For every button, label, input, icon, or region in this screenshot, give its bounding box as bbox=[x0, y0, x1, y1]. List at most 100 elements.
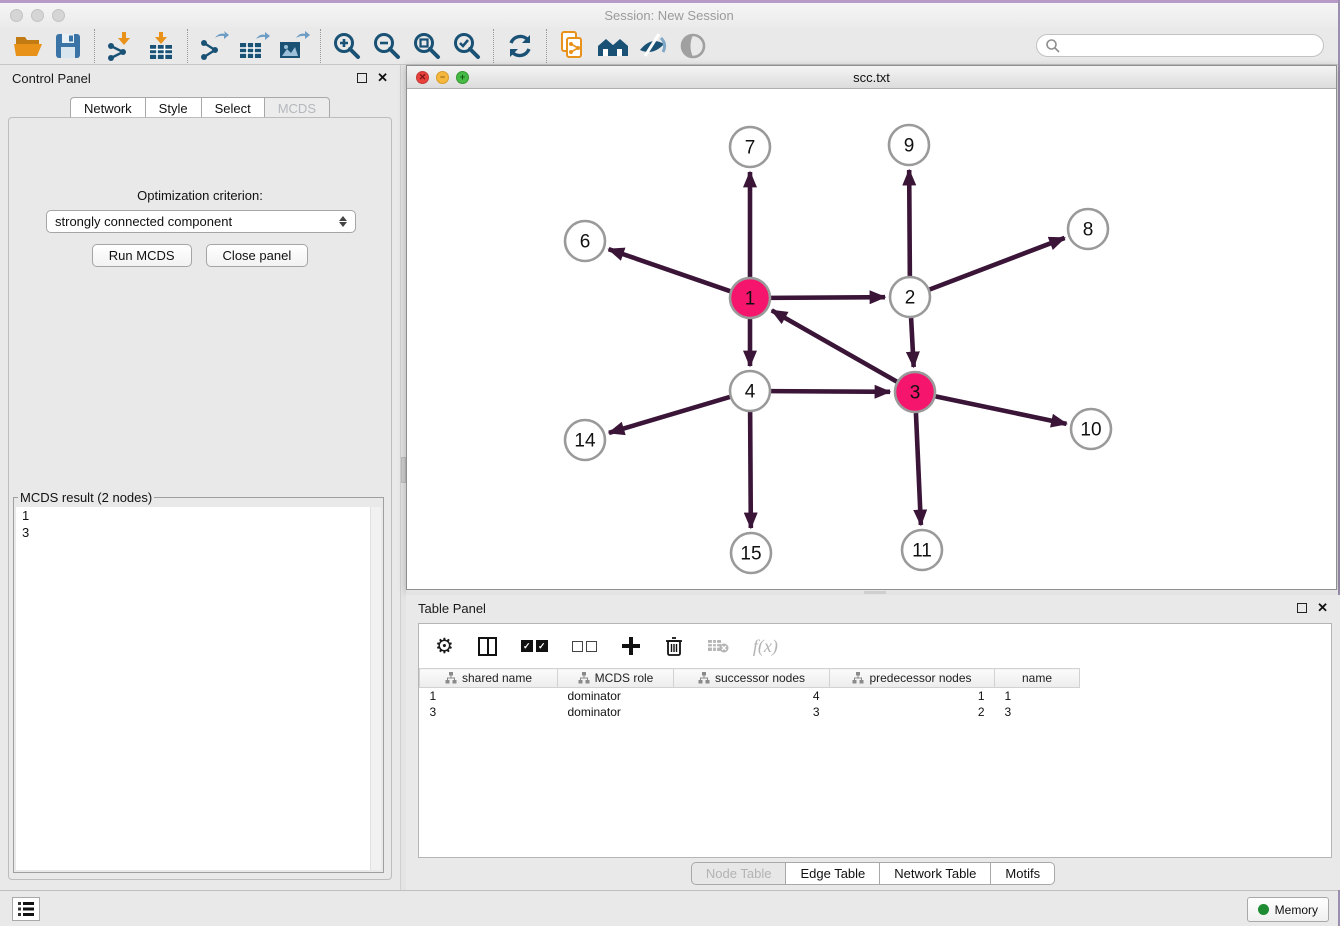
table-row[interactable]: 1dominator411 bbox=[420, 688, 1080, 704]
tab-motifs[interactable]: Motifs bbox=[990, 862, 1055, 885]
column-header-predecessor-nodes[interactable]: predecessor nodes bbox=[830, 669, 995, 688]
column-header-shared-name[interactable]: shared name bbox=[420, 669, 558, 688]
style-preview-button[interactable] bbox=[633, 30, 673, 62]
table-cell[interactable]: 3 bbox=[674, 704, 830, 720]
toolbar-separator bbox=[94, 29, 95, 63]
table-cell[interactable]: 2 bbox=[830, 704, 995, 720]
import-table-icon bbox=[146, 31, 176, 61]
table-cell[interactable]: 1 bbox=[830, 688, 995, 704]
close-panel-icon[interactable]: ✕ bbox=[377, 73, 388, 83]
function-builder-button[interactable]: f(x) bbox=[753, 636, 778, 657]
delete-table-icon bbox=[707, 638, 729, 654]
graph-edge-4-14[interactable] bbox=[609, 397, 730, 433]
zoom-out-button[interactable] bbox=[367, 30, 407, 62]
graphics-details-button[interactable] bbox=[673, 30, 713, 62]
close-panel-button[interactable]: Close panel bbox=[206, 244, 309, 267]
export-table-icon bbox=[238, 31, 270, 61]
memory-label: Memory bbox=[1275, 903, 1318, 917]
import-table-button[interactable] bbox=[141, 30, 181, 62]
toolbar-separator bbox=[187, 29, 188, 63]
graph-edge-1-6[interactable] bbox=[609, 249, 731, 291]
graph-node-label: 15 bbox=[740, 544, 761, 565]
open-file-button[interactable] bbox=[8, 30, 48, 62]
table-cell[interactable]: 3 bbox=[995, 704, 1080, 720]
close-panel-icon[interactable]: ✕ bbox=[1317, 603, 1328, 613]
tab-node-table[interactable]: Node Table bbox=[691, 862, 786, 885]
mcds-result-fieldset: MCDS result (2 nodes) 13 bbox=[13, 490, 384, 873]
apply-layout-button[interactable] bbox=[500, 30, 540, 62]
save-session-button[interactable] bbox=[48, 30, 88, 62]
graph-edge-2-9[interactable] bbox=[909, 170, 910, 276]
run-mcds-button[interactable]: Run MCDS bbox=[92, 244, 192, 267]
graph-edge-2-8[interactable] bbox=[930, 238, 1065, 290]
select-all-button[interactable]: ✓✓ bbox=[521, 640, 548, 652]
export-image-button[interactable] bbox=[274, 30, 314, 62]
show-columns-button[interactable] bbox=[478, 637, 497, 656]
node-table: shared nameMCDS rolesuccessor nodes prede… bbox=[419, 668, 1080, 720]
plus-icon bbox=[621, 636, 641, 656]
table-panel-header: Table Panel ✕ bbox=[406, 595, 1340, 621]
optimization-criterion-select[interactable]: strongly connected component bbox=[46, 210, 356, 233]
result-scrollbar[interactable] bbox=[370, 507, 381, 870]
column-header-successor-nodes[interactable]: successor nodes bbox=[674, 669, 830, 688]
column-header-MCDS-role[interactable]: MCDS role bbox=[558, 669, 674, 688]
column-header-name[interactable]: name bbox=[995, 669, 1080, 688]
table-cell[interactable]: 1 bbox=[995, 688, 1080, 704]
table-row[interactable]: 3dominator323 bbox=[420, 704, 1080, 720]
titlebar: Session: New Session bbox=[0, 3, 1338, 27]
search-input[interactable] bbox=[1036, 34, 1324, 57]
add-column-button[interactable] bbox=[621, 636, 641, 656]
float-panel-icon[interactable] bbox=[357, 73, 367, 83]
graph-edge-2-3[interactable] bbox=[911, 318, 914, 367]
network-minimize-button[interactable]: − bbox=[436, 71, 449, 84]
trash-icon bbox=[665, 636, 683, 657]
clone-network-icon bbox=[558, 30, 588, 62]
zoom-selection-button[interactable] bbox=[447, 30, 487, 62]
table-cell[interactable]: 3 bbox=[420, 704, 558, 720]
graph-edge-3-11[interactable] bbox=[916, 413, 921, 525]
checked-box-icon: ✓ bbox=[536, 640, 548, 652]
zoom-fit-icon bbox=[412, 31, 442, 61]
table-cell[interactable]: dominator bbox=[558, 704, 674, 720]
tab-edge-table[interactable]: Edge Table bbox=[785, 862, 879, 885]
deselect-all-button[interactable] bbox=[572, 641, 597, 652]
network-graph: 7968124314101511 bbox=[407, 89, 1336, 589]
table-toolbar: ⚙ ✓✓ bbox=[419, 624, 1331, 668]
zoom-in-button[interactable] bbox=[327, 30, 367, 62]
graph-node-label: 3 bbox=[910, 383, 921, 404]
export-network-button[interactable] bbox=[194, 30, 234, 62]
table-panel-title: Table Panel bbox=[418, 601, 486, 616]
delete-table-button[interactable] bbox=[707, 638, 729, 654]
memory-status-icon bbox=[1258, 904, 1269, 915]
table-cell[interactable]: dominator bbox=[558, 688, 674, 704]
graph-edge-3-1[interactable] bbox=[772, 310, 897, 381]
export-image-icon bbox=[278, 31, 310, 61]
clone-network-button[interactable] bbox=[553, 30, 593, 62]
attribute-type-icon bbox=[445, 672, 457, 684]
float-panel-icon[interactable] bbox=[1297, 603, 1307, 613]
network-window-titlebar[interactable]: scc.txt ✕ − + bbox=[407, 66, 1336, 89]
divider-grip[interactable] bbox=[864, 591, 886, 594]
graph-edge-4-3[interactable] bbox=[771, 391, 890, 392]
graph-edge-1-2[interactable] bbox=[771, 297, 885, 298]
task-history-button[interactable] bbox=[12, 897, 40, 921]
delete-column-button[interactable] bbox=[665, 636, 683, 657]
table-cell[interactable]: 4 bbox=[674, 688, 830, 704]
memory-button[interactable]: Memory bbox=[1247, 897, 1329, 922]
main-toolbar bbox=[0, 27, 1338, 65]
mcds-result-text[interactable]: 13 bbox=[16, 507, 381, 870]
table-cell[interactable]: 1 bbox=[420, 688, 558, 704]
export-table-button[interactable] bbox=[234, 30, 274, 62]
network-canvas[interactable]: 7968124314101511 bbox=[407, 89, 1336, 589]
zoom-fit-button[interactable] bbox=[407, 30, 447, 62]
result-line: 1 bbox=[16, 507, 381, 524]
graph-edge-3-10[interactable] bbox=[936, 396, 1067, 424]
home-button[interactable] bbox=[593, 30, 633, 62]
table-settings-button[interactable]: ⚙ bbox=[435, 634, 454, 658]
column-label: predecessor nodes bbox=[869, 671, 971, 685]
network-maximize-button[interactable]: + bbox=[456, 71, 469, 84]
tab-network-table[interactable]: Network Table bbox=[879, 862, 990, 885]
network-close-button[interactable]: ✕ bbox=[416, 71, 429, 84]
import-network-button[interactable] bbox=[101, 30, 141, 62]
graph-edge-4-15[interactable] bbox=[750, 412, 751, 528]
